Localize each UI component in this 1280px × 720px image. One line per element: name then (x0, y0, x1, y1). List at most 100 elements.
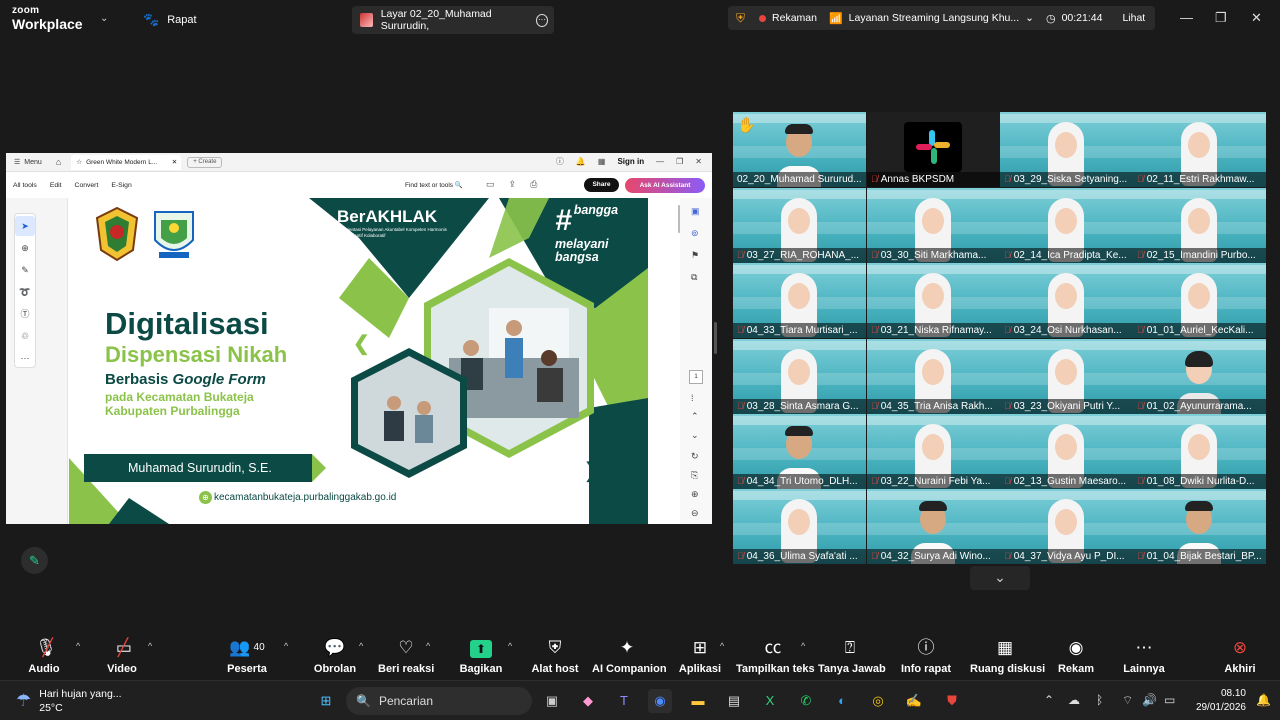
participant-tile[interactable]: 🎙̸ 04_32_Surya Adi Wino... (867, 489, 1000, 564)
logo-line1: zoom (12, 5, 40, 16)
participant-tile[interactable]: 🎙̸ 02_15_Imandini Purbo... (1133, 188, 1266, 263)
close-icon[interactable]: ✕ (1251, 10, 1262, 26)
view-button[interactable]: Lihat (1122, 12, 1145, 24)
share-caret[interactable]: ^ (508, 641, 512, 651)
find-label: Find text or tools (405, 182, 454, 189)
chevron-down-icon[interactable]: ⌄ (100, 13, 108, 24)
audio-options-caret[interactable]: ^ (76, 641, 80, 651)
participant-tile[interactable]: 🎙̸ 03_30_Siti Markhama... (867, 188, 1000, 263)
edge-icon[interactable]: ◐ (830, 689, 854, 713)
bluetooth-icon[interactable]: ᛒ (1096, 693, 1103, 707)
participants-button[interactable]: 👥 40 Peserta (222, 637, 272, 679)
chrome-icon[interactable]: ◎ (866, 689, 890, 713)
chat-button[interactable]: 💬 Obrolan (312, 637, 358, 679)
audio-label: Audio (28, 663, 60, 675)
participant-tile[interactable]: 🎙̸ 02_14_Ica Pradipta_Ke... (1000, 188, 1133, 263)
cloud-icon[interactable]: ☁ (1068, 693, 1080, 707)
restore-icon: ❐ (676, 157, 684, 166)
record-button[interactable]: ◉ Rekam (1056, 637, 1096, 679)
wifi-icon[interactable]: ⌔ (1122, 693, 1133, 708)
minimize-icon[interactable]: — (1180, 10, 1193, 25)
annotate-button[interactable]: ✎ (21, 547, 48, 574)
mic-muted-icon: 🎙̸ (1137, 174, 1144, 184)
host-tools-button[interactable]: ⛨ Alat host (530, 637, 580, 679)
restore-icon[interactable]: ❐ (1215, 10, 1227, 26)
chevron-up-icon[interactable]: ⌃ (1044, 693, 1054, 707)
participant-tile[interactable]: 🎙̸ 01_02_Ayunurrarama... (1133, 339, 1266, 414)
face (922, 283, 944, 309)
meeting-tab[interactable]: 🐾 Rapat (143, 12, 197, 28)
shared-screen-tab[interactable]: Layar 02_20_Muhamad Sururudin, ··· (352, 6, 554, 34)
share-button[interactable]: ⬆ Bagikan (456, 637, 506, 679)
video-button[interactable]: ▭╱ Video (100, 637, 144, 679)
whatsapp-icon[interactable]: ✆ (794, 689, 818, 713)
store-icon[interactable]: ▤ (722, 689, 746, 713)
participant-tile[interactable]: 🎙̸ 03_21_Niska Rifnamay... (867, 263, 1000, 338)
volume-icon[interactable]: 🔊 (1142, 693, 1157, 707)
participant-tile[interactable]: 🎙̸ 03_24_Osi Nurkhasan... (1000, 263, 1133, 338)
apps-button[interactable]: ⊞ Aplikasi (676, 637, 724, 679)
captions-caret[interactable]: ^ (801, 641, 805, 651)
more-button[interactable]: ⋯ Lainnya (1122, 637, 1166, 679)
slide-location: pada Kecamatan Bukateja Kabupaten Purbali… (105, 390, 254, 418)
ai-companion-button[interactable]: ✦ AI Companion (592, 637, 667, 679)
participant-tile[interactable]: 🎙̸ 03_27_RIA_ROHANA_... (733, 188, 866, 263)
participant-name-label: 🎙̸ 03_28_Sinta Asmara G... (733, 399, 866, 414)
pen-tool-icon[interactable]: ✍ (902, 689, 926, 713)
reactions-caret[interactable]: ^ (426, 641, 430, 651)
recording-label[interactable]: Rekaman (772, 12, 817, 24)
participant-tile[interactable]: 🎙̸ 03_22_Nuraini Febi Ya... (867, 414, 1000, 489)
berakhlak-subtitle: Berorientasi Pelayanan Akuntabel Kompete… (337, 227, 447, 238)
qa-button[interactable]: ⍰ Tanya Jawab (818, 637, 886, 679)
meeting-info-button[interactable]: ⓘ Info rapat (900, 637, 952, 679)
participant-tile[interactable]: 🎙̸ 01_04_Bijak Bestari_BP... (1133, 489, 1266, 564)
taskbar-clock[interactable]: 08.10 29/01/2026 (1190, 687, 1246, 715)
participant-tile[interactable]: 🎙̸ 03_29_Siska Setyaning... (1000, 112, 1133, 187)
zoom-logo[interactable]: zoom Workplace (12, 5, 83, 32)
end-meeting-button[interactable]: ⊗ Akhiri (1220, 637, 1260, 679)
participant-tile[interactable]: 🎙̸ 01_08_Dwiki Nurlita-D... (1133, 414, 1266, 489)
participant-name-label: 🎙̸ 03_23_Okiyani Putri Y... (1000, 399, 1133, 414)
streaming-label[interactable]: Layanan Streaming Langsung Khu... (849, 12, 1019, 24)
participant-tile[interactable]: 🎙̸ 02_11_Estri Rakhmaw... (1133, 112, 1266, 187)
breakout-rooms-button[interactable]: ▦ Ruang diskusi (970, 637, 1045, 679)
participant-tile[interactable]: 🎙̸ 02_13_Gustin Maesaro... (1000, 414, 1133, 489)
weather-widget[interactable]: ☂ Hari hujan yang... 25°C (16, 687, 122, 715)
participant-name: Annas BKPSDM (880, 174, 955, 185)
security-shield-icon[interactable]: ⛨ (736, 11, 745, 26)
taskbar-search[interactable]: 🔍 Pencarian (346, 687, 532, 715)
apps-caret[interactable]: ^ (720, 641, 724, 651)
participant-tile[interactable]: 🎙̸ 04_33_Tiara Murtisari_... (733, 263, 866, 338)
windows-start-icon[interactable]: ⊞ (314, 689, 338, 713)
participants-caret[interactable]: ^ (284, 641, 288, 651)
participant-tile[interactable]: 🎙̸ 04_37_Vidya Ayu P_DI... (1000, 489, 1133, 564)
participant-tile[interactable]: 🎙̸ 01_01_Auriel_KecKali... (1133, 263, 1266, 338)
excel-icon[interactable]: X (758, 689, 782, 713)
participant-tile[interactable]: 🎙̸ 03_23_Okiyani Putri Y... (1000, 339, 1133, 414)
file-explorer-icon[interactable]: ▬ (686, 689, 710, 713)
participant-tile[interactable]: 🎙̸ 03_28_Sinta Asmara G... (733, 339, 866, 414)
battery-icon[interactable]: ▭ (1164, 693, 1175, 707)
teams-icon[interactable]: T (612, 689, 636, 713)
audio-button[interactable]: 🎙╱ Audio (22, 637, 66, 679)
mic-muted-icon: 🎙̸ (1004, 325, 1011, 335)
participant-tile[interactable]: 🎙̸ 04_36_Ulima Syafa'ati ... (733, 489, 866, 564)
chevron-down-icon[interactable]: ⌄ (1025, 12, 1034, 24)
zoom-app-icon[interactable]: ◉ (648, 689, 672, 713)
participant-tile[interactable]: ✋ 02_20_Muhamad Sururud... (733, 112, 866, 187)
presentation-slide: BerAKHLAK Berorientasi Pelayanan Akuntab… (69, 198, 648, 524)
participant-tile[interactable]: 🎙̸ 04_35_Tria Anisa Rakh... (867, 339, 1000, 414)
video-options-caret[interactable]: ^ (148, 641, 152, 651)
mcafee-icon[interactable]: ⛊ (940, 689, 964, 713)
task-view-icon[interactable]: ▣ (540, 689, 564, 713)
streaming-signal-icon: 📶 (828, 12, 843, 25)
more-options-icon[interactable]: ··· (536, 13, 548, 27)
participant-tile[interactable]: 🎙̸ 04_34_Tri Utomo_DLH... (733, 414, 866, 489)
gallery-next-button[interactable]: ⌄ (970, 566, 1030, 590)
copilot-icon[interactable]: ◆ (576, 689, 600, 713)
captions-button[interactable]: ㏄ Tampilkan teks (736, 637, 815, 679)
chat-caret[interactable]: ^ (359, 641, 363, 651)
split-resize-handle[interactable] (714, 322, 717, 354)
participant-tile[interactable]: 🎙̸ Annas BKPSDM (867, 112, 1000, 187)
notification-icon[interactable]: 🔔 (1256, 693, 1271, 707)
